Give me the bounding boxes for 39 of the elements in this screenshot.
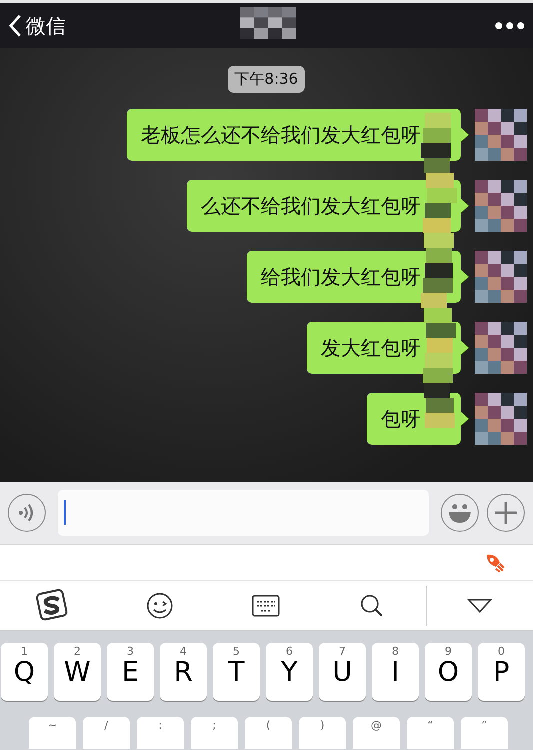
bubble-tail	[460, 268, 469, 284]
plus-icon	[494, 501, 518, 525]
keyboard-key[interactable]: 7 U	[319, 643, 366, 701]
keyboard-key[interactable]: 1 Q	[1, 643, 48, 701]
keyboard-key[interactable]: 4 R	[160, 643, 207, 701]
search-icon	[360, 594, 384, 618]
triangle-down-icon	[466, 598, 493, 614]
back-button[interactable]: 微信	[8, 10, 66, 40]
bubble-tail	[460, 410, 469, 426]
keyboard-key[interactable]: )	[299, 717, 346, 749]
keyboard-key[interactable]: (	[245, 717, 292, 749]
voice-button[interactable]	[8, 494, 46, 532]
keyboard-key[interactable]: ~	[29, 717, 76, 749]
more-icon	[495, 22, 525, 30]
bubble-tail	[460, 198, 469, 214]
timestamp: 下午8:36	[228, 66, 306, 92]
keyboard-key[interactable]: 9 O	[425, 643, 472, 701]
keyboard-key[interactable]: 0 P	[478, 643, 525, 701]
rocket-icon[interactable]	[485, 552, 505, 572]
emoji-button[interactable]	[441, 494, 479, 532]
keyboard-key[interactable]: 8 I	[372, 643, 419, 701]
keyboard-key[interactable]: “	[407, 717, 454, 749]
bubble-tail	[460, 126, 469, 142]
keyboard-icon	[252, 594, 280, 616]
keyboard-key[interactable]: /	[83, 717, 130, 749]
keyboard-key[interactable]: ”	[461, 717, 508, 749]
keyboard-key[interactable]: 3 E	[107, 643, 154, 701]
wink-face-icon	[146, 592, 174, 620]
bubble-tail	[460, 340, 469, 356]
add-button[interactable]	[487, 494, 525, 532]
message-input-field[interactable]	[58, 490, 429, 536]
keyboard-key[interactable]: 5 T	[213, 643, 260, 701]
keyboard-key[interactable]: 6 Y	[266, 643, 313, 701]
keyboard-key[interactable]: ;	[191, 717, 238, 749]
back-icon	[8, 14, 22, 38]
keyboard-key[interactable]: 2 W	[54, 643, 101, 701]
keyboard-key[interactable]: @	[353, 717, 400, 749]
keyboard-key[interactable]: :	[137, 717, 184, 749]
voice-icon	[18, 503, 36, 523]
